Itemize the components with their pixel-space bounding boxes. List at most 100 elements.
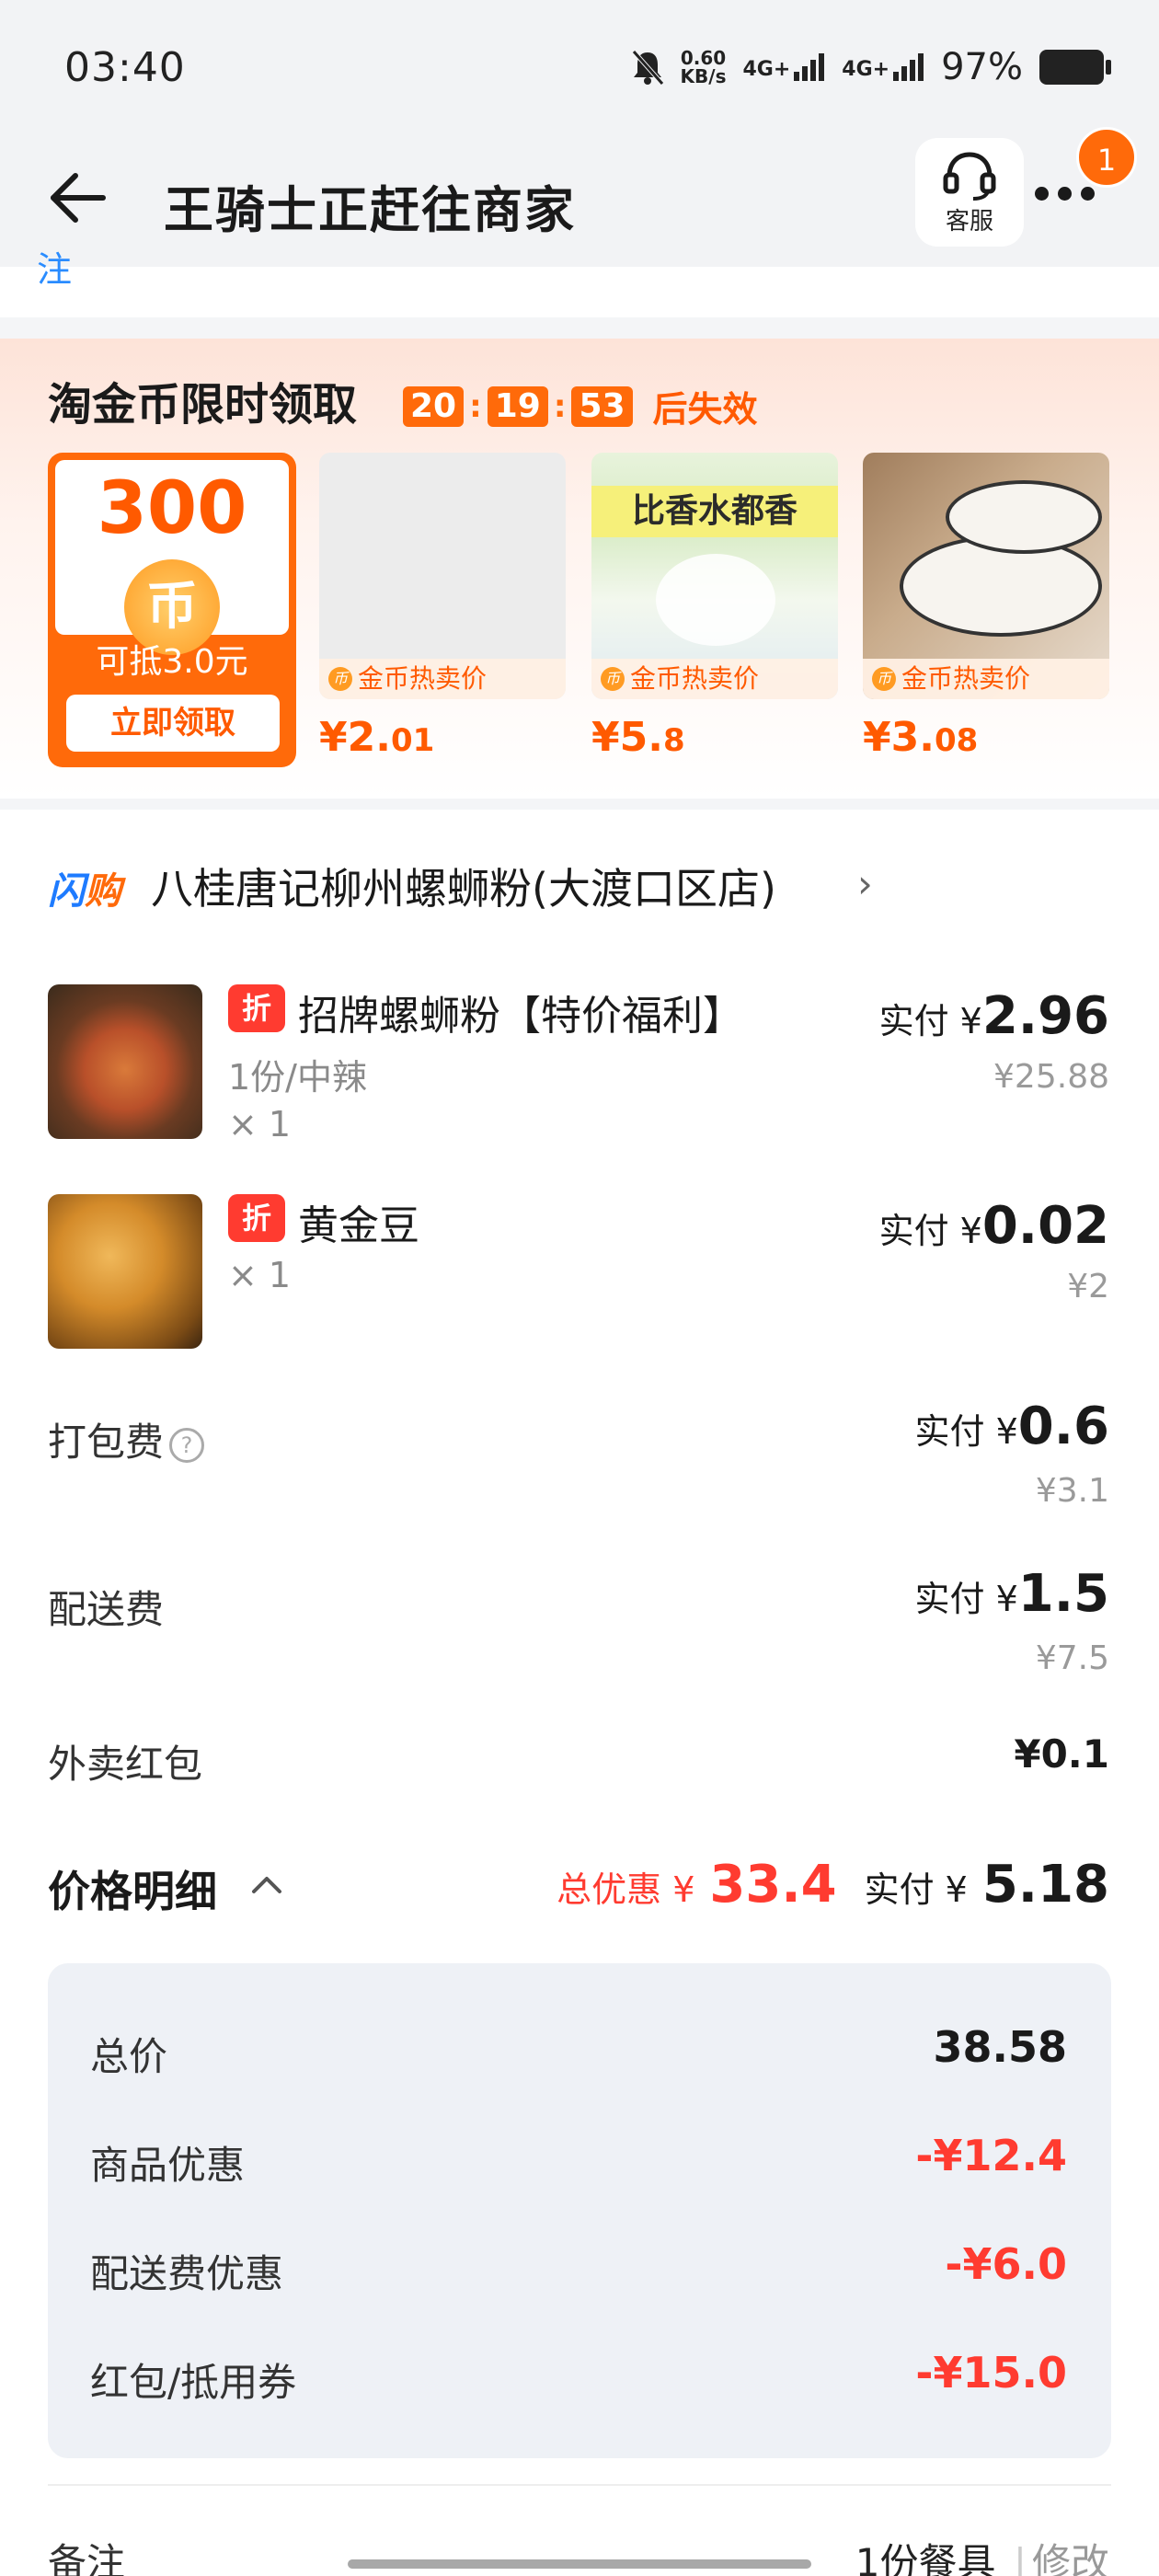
notification-badge: 1 — [1076, 127, 1137, 188]
discount-tag: 折 — [228, 984, 285, 1032]
shop-name[interactable]: 八桂唐记柳州螺蛳粉(大渡口区店) — [151, 856, 776, 916]
total-paid-value: 5.18 — [981, 1855, 1109, 1915]
item-paid-value: 0.02 — [981, 1196, 1109, 1256]
delivery-fee-paid: 实付 ¥1.5 — [915, 1564, 1109, 1624]
chevron-right-icon[interactable]: › — [857, 861, 873, 906]
breakdown-label: 配送费优惠 — [90, 2251, 284, 2296]
product-price-decimal: 08 — [934, 722, 979, 759]
coin-promo-title: 淘金币限时领取 — [48, 379, 358, 431]
breakdown-label: 红包/抵用券 — [90, 2360, 297, 2405]
net-speed-value: 0.60 — [680, 47, 727, 69]
product-price-main: ¥2. — [319, 714, 391, 761]
more-dot-icon — [1058, 186, 1072, 201]
coin-product-card[interactable]: 比香水都香 币 金币热卖价 ¥5.8 — [591, 453, 838, 761]
status-icons: 0.60 KB/s 4G+ 4G+ 97% — [631, 46, 1111, 88]
item-original-price: ¥2 — [1067, 1268, 1109, 1305]
battery-percent: 97% — [941, 46, 1023, 88]
coin-amount: 300 — [97, 467, 247, 550]
more-dot-icon — [1081, 186, 1095, 201]
item-spec: 1份/中辣 — [228, 1057, 367, 1098]
packing-fee-row: 打包费? — [48, 1411, 205, 1467]
customer-service-button[interactable]: 客服 — [915, 138, 1024, 247]
top-white-strip — [0, 267, 1159, 317]
net-speed: 0.60 KB/s — [681, 49, 727, 86]
breakdown-value: 38.58 — [933, 2022, 1067, 2072]
product-image-softener: 比香水都香 币 金币热卖价 — [591, 453, 838, 699]
headset-icon — [943, 151, 996, 201]
coin-price-tag-label: 金币热卖价 — [358, 663, 488, 694]
home-indicator[interactable] — [348, 2559, 811, 2569]
battery-icon — [1039, 50, 1111, 85]
breakdown-value: -¥6.0 — [945, 2239, 1067, 2289]
item-name: 黄金豆 — [298, 1202, 419, 1249]
remark-label: 备注 — [48, 2540, 126, 2576]
product-image-banner: 比香水都香 — [591, 486, 838, 537]
item-paid-price: 实付 ¥2.96 — [879, 986, 1109, 1046]
customer-service-label: 客服 — [945, 207, 993, 236]
item-image-golden-beans[interactable] — [48, 1194, 202, 1349]
remark-text: 1份餐具 — [855, 2540, 996, 2576]
coin-product-card[interactable]: 币 金币热卖价 ¥2.01 — [319, 453, 566, 761]
delivery-fee-paid-value: 1.5 — [1017, 1564, 1109, 1624]
breakdown-value: -¥15.0 — [915, 2348, 1067, 2398]
product-price-decimal: 01 — [390, 722, 435, 759]
price-detail-title[interactable]: 价格明细 — [48, 1858, 217, 1919]
remark-value[interactable]: 1份餐具 | 修改 — [855, 2532, 1109, 2576]
timer-colon: : — [469, 387, 482, 425]
item-quantity: × 1 — [228, 1104, 292, 1144]
product-image: 币 金币热卖价 — [319, 453, 566, 699]
more-dot-icon — [1035, 186, 1049, 201]
product-image-flower — [656, 554, 775, 646]
red-packet-value: ¥0.1 — [1014, 1731, 1109, 1777]
page-title: 王骑士正赶往商家 — [164, 181, 576, 239]
plate-shape — [946, 480, 1102, 554]
product-price-main: ¥5. — [591, 714, 663, 761]
flash-buy-logo: 闪购 — [48, 861, 121, 914]
chevron-up-icon[interactable] — [250, 1873, 283, 1895]
coin-price-tag: 币 金币热卖价 — [591, 659, 838, 699]
delivery-fee-paid-label: 实付 ¥ — [914, 1579, 1018, 1619]
flash-buy-logo-b: 购 — [85, 870, 121, 913]
timer-hours: 20 — [403, 385, 465, 427]
remark-edit-link[interactable]: 修改 — [1032, 2540, 1109, 2576]
product-image-plates: 币 金币热卖价 — [863, 453, 1109, 699]
coin-small-icon: 币 — [328, 667, 352, 691]
coin-small-icon: 币 — [601, 667, 625, 691]
product-price: ¥2.01 — [319, 714, 566, 761]
coin-product-card[interactable]: 币 金币热卖价 ¥3.08 — [863, 453, 1109, 761]
claim-now-button[interactable]: 立即领取 — [66, 695, 280, 752]
item-image-luosifen[interactable] — [48, 984, 202, 1139]
flash-buy-logo-a: 闪 — [48, 870, 85, 913]
help-question-icon[interactable]: ? — [169, 1427, 205, 1463]
remark-separator: | — [1013, 2540, 1027, 2576]
packing-fee-original: ¥3.1 — [1035, 1472, 1109, 1510]
packing-fee-paid: 实付 ¥0.6 — [915, 1397, 1109, 1456]
net-speed-unit: KB/s — [680, 65, 727, 87]
mute-bell-icon — [631, 50, 664, 86]
timer-suffix: 后失效 — [652, 389, 758, 430]
signal-2-icon: 4G+ — [842, 53, 924, 81]
coin-price-tag: 币 金币热卖价 — [319, 659, 566, 699]
total-paid-label: 实付 ¥ — [864, 1869, 968, 1910]
breakdown-label: 总价 — [90, 2034, 168, 2079]
total-discount-label: 总优惠 ¥ — [557, 1869, 695, 1910]
coin-small-icon: 币 — [872, 667, 896, 691]
packing-fee-paid-label: 实付 ¥ — [914, 1411, 1018, 1452]
coin-price-tag-label: 金币热卖价 — [901, 663, 1031, 694]
item-quantity: × 1 — [228, 1255, 292, 1295]
countdown-timer: 20 : 19 : 53 后失效 — [403, 381, 758, 431]
product-price: ¥5.8 — [591, 714, 838, 761]
coin-offset-text: 可抵3.0元 — [96, 643, 248, 681]
delivery-fee-label: 配送费 — [48, 1587, 165, 1632]
back-arrow-icon[interactable] — [46, 166, 110, 230]
timer-seconds: 53 — [571, 385, 633, 427]
breakdown-label: 商品优惠 — [90, 2143, 246, 2188]
item-name: 招牌螺蛳粉【特价福利】 — [298, 993, 743, 1040]
item-paid-value: 2.96 — [981, 986, 1109, 1046]
partial-remark-text: 注 — [37, 249, 73, 285]
item-paid-price: 实付 ¥0.02 — [879, 1196, 1109, 1256]
packing-fee-paid-value: 0.6 — [1017, 1397, 1109, 1456]
delivery-fee-original: ¥7.5 — [1035, 1639, 1109, 1677]
discount-tag: 折 — [228, 1194, 285, 1242]
coin-price-tag: 币 金币热卖价 — [863, 659, 1109, 699]
